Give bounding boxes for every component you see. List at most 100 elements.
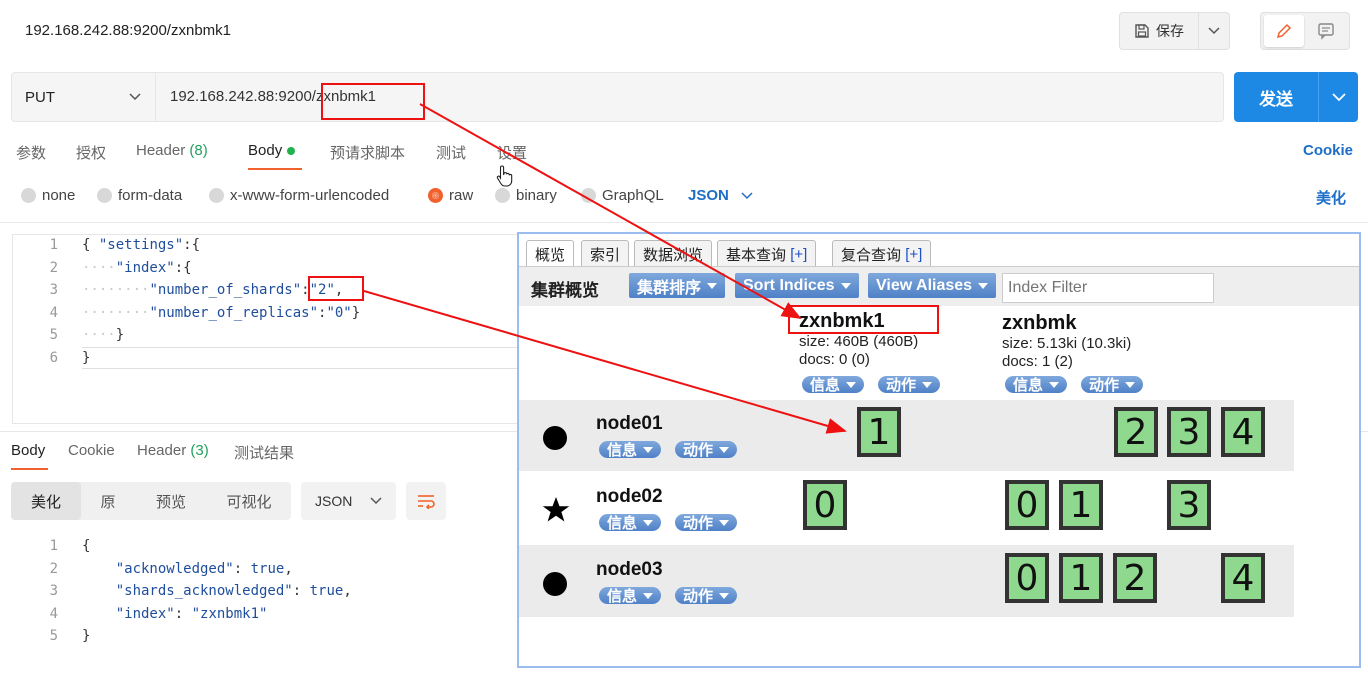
view-visualize[interactable]: 可视化 — [214, 482, 284, 520]
cookie-link[interactable]: Cookie — [1303, 142, 1353, 159]
index-info-button[interactable]: 信息 — [802, 376, 865, 393]
chevron-down-icon — [129, 93, 141, 101]
code-token: "shards_acknowledged" — [115, 583, 293, 599]
chevron-down-icon — [1331, 92, 1346, 101]
index-action-button[interactable]: 动作 — [1081, 376, 1144, 393]
response-format-select[interactable]: JSON — [301, 482, 396, 520]
shard-box[interactable]: 0 — [1005, 553, 1049, 603]
radio-raw[interactable]: raw — [428, 187, 473, 204]
es-tab-overview[interactable]: 概览 — [526, 240, 575, 267]
shard-box[interactable]: 4 — [1221, 407, 1265, 457]
tab-auth[interactable]: 授权 — [76, 142, 106, 163]
shard-box[interactable]: 3 — [1167, 480, 1211, 530]
resp-tab-body[interactable]: Body — [11, 442, 45, 459]
tab-tests[interactable]: 测试 — [436, 142, 466, 163]
edit-mode-button[interactable] — [1264, 15, 1304, 47]
es-tab-complex-query[interactable]: 复合查询 [+] — [832, 240, 932, 267]
radio-dot — [21, 188, 36, 203]
format-label: JSON — [688, 187, 729, 204]
shard-box[interactable]: 0 — [803, 480, 847, 530]
es-tab-browser[interactable]: 数据浏览 — [634, 240, 713, 267]
es-tab-plus: [+] — [790, 245, 808, 263]
dropdown-triangle-icon — [707, 282, 718, 289]
pill-label: 信息 — [607, 442, 638, 458]
shard-box[interactable]: 1 — [1059, 553, 1103, 603]
node-dot-icon — [543, 572, 567, 596]
dropdown-triangle-icon — [922, 381, 933, 388]
wrap-lines-button[interactable] — [406, 482, 446, 520]
shard-box[interactable]: 4 — [1221, 553, 1265, 603]
resp-tab-tests[interactable]: 测试结果 — [234, 442, 294, 463]
radio-form-data[interactable]: form-data — [97, 187, 182, 204]
shard-box[interactable]: 0 — [1005, 480, 1049, 530]
node-row-bg — [519, 545, 1294, 617]
es-tab-indices[interactable]: 索引 — [581, 240, 630, 267]
radio-label: binary — [516, 187, 557, 204]
node-action-button[interactable]: 动作 — [675, 587, 738, 604]
sort-indices-button[interactable]: Sort Indices — [735, 273, 859, 298]
resp-tab-header[interactable]: Header (3) — [137, 442, 209, 459]
radio-urlencoded[interactable]: x-www-form-urlencoded — [209, 187, 389, 204]
shard-box[interactable]: 2 — [1113, 553, 1157, 603]
save-dropdown-button[interactable] — [1199, 12, 1230, 50]
shard-box[interactable]: 2 — [1114, 407, 1158, 457]
es-tab-basic-query[interactable]: 基本查询 [+] — [717, 240, 817, 267]
line-number: 5 — [49, 327, 58, 343]
view-pretty[interactable]: 美化 — [11, 482, 81, 520]
node-name: node01 — [596, 413, 663, 434]
radio-dot — [97, 188, 112, 203]
tab-params[interactable]: 参数 — [16, 142, 46, 163]
beautify-link[interactable]: 美化 — [1316, 187, 1346, 208]
method-select[interactable]: PUT — [11, 72, 156, 122]
page-title: 192.168.242.88:9200/zxnbmk1 — [25, 22, 231, 39]
view-preview[interactable]: 预览 — [145, 482, 197, 520]
radio-dot — [209, 188, 224, 203]
line-number: 1 — [49, 237, 58, 253]
pill-label: 信息 — [607, 588, 638, 604]
resp-tab-header-label: Header — [137, 442, 187, 459]
node-info-button[interactable]: 信息 — [599, 441, 662, 458]
line-number: 3 — [49, 282, 58, 298]
format-select[interactable]: JSON — [688, 187, 753, 204]
node-info-button[interactable]: 信息 — [599, 514, 662, 531]
view-aliases-button[interactable]: View Aliases — [868, 273, 997, 298]
shard-box[interactable]: 1 — [857, 407, 901, 457]
code-line-4: ········"number_of_replicas":"0"} — [82, 304, 361, 321]
node-action-button[interactable]: 动作 — [675, 514, 738, 531]
tab-prescript[interactable]: 预请求脚本 — [330, 142, 405, 163]
code-token: true — [250, 560, 285, 577]
node-info-button[interactable]: 信息 — [599, 587, 662, 604]
code-token: "0" — [326, 304, 352, 321]
comment-icon — [1318, 23, 1334, 40]
shard-box[interactable]: 3 — [1167, 407, 1211, 457]
index-info-button[interactable]: 信息 — [1005, 376, 1068, 393]
btn-label: View Aliases — [876, 276, 973, 294]
code-line-1: { "settings":{ — [82, 234, 360, 257]
tab-header-label: Header — [136, 142, 186, 159]
shard-box[interactable]: 1 — [1059, 480, 1103, 530]
resp-line-1: { — [82, 538, 91, 554]
index-filter-input[interactable] — [1002, 273, 1214, 303]
sort-cluster-button[interactable]: 集群排序 — [629, 273, 726, 298]
tab-settings[interactable]: 设置 — [497, 142, 527, 163]
index-action-button[interactable]: 动作 — [878, 376, 941, 393]
view-raw[interactable]: 原 — [88, 482, 128, 520]
node-name: node03 — [596, 559, 663, 580]
radio-binary[interactable]: binary — [495, 187, 557, 204]
comment-mode-button[interactable] — [1306, 15, 1346, 47]
current-line-highlight — [82, 347, 518, 369]
resp-line-2: "acknowledged": true, — [115, 560, 293, 577]
es-tab-plus: [+] — [905, 245, 923, 263]
tab-header[interactable]: Header (8) — [136, 142, 208, 159]
resp-line-3: "shards_acknowledged": true, — [115, 583, 352, 599]
send-dropdown-button[interactable] — [1318, 72, 1358, 122]
radio-graphql[interactable]: GraphQL — [581, 187, 664, 204]
radio-none[interactable]: none — [21, 187, 75, 204]
code-token: :{ — [183, 237, 201, 253]
resp-tab-cookie[interactable]: Cookie — [68, 442, 115, 459]
tab-body[interactable]: Body — [248, 142, 296, 159]
tab-body-label: Body — [248, 142, 283, 159]
send-button[interactable]: 发送 — [1234, 72, 1318, 122]
save-button[interactable]: 保存 — [1119, 12, 1199, 50]
node-action-button[interactable]: 动作 — [675, 441, 738, 458]
